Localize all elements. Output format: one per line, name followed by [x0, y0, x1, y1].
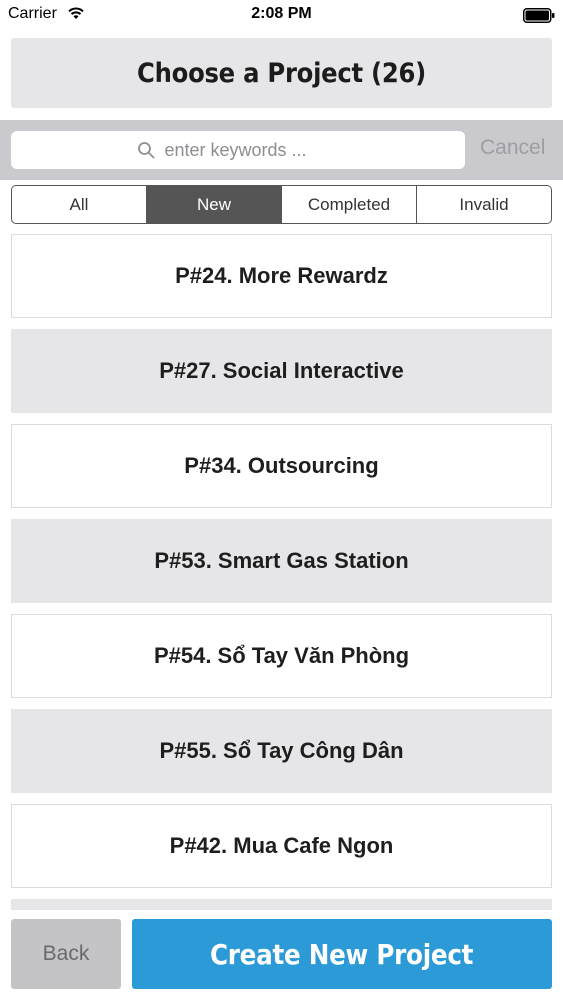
status-bar: Carrier 2:08 PM — [0, 0, 563, 30]
battery-icon — [523, 8, 555, 23]
create-new-project-label: Create New Project — [210, 937, 474, 971]
tab-new[interactable]: New — [147, 186, 282, 223]
search-field[interactable] — [11, 131, 465, 169]
search-icon — [137, 142, 154, 159]
project-list[interactable]: P#24. More Rewardz P#27. Social Interact… — [11, 234, 552, 910]
project-row[interactable]: P#53. Smart Gas Station — [11, 519, 552, 603]
project-row[interactable]: P#42. Mua Cafe Ngon — [11, 804, 552, 888]
filter-segmented-control: All New Completed Invalid — [11, 185, 552, 224]
search-input[interactable] — [164, 139, 340, 161]
cancel-button[interactable]: Cancel — [480, 136, 545, 160]
project-row[interactable]: P#27. Social Interactive — [11, 329, 552, 413]
tab-completed[interactable]: Completed — [282, 186, 417, 223]
tab-all[interactable]: All — [12, 186, 147, 223]
status-time: 2:08 PM — [251, 5, 312, 22]
page-header: Choose a Project (26) — [11, 38, 552, 108]
page-title: Choose a Project (26) — [137, 57, 426, 89]
project-row[interactable]: P#34. Outsourcing — [11, 424, 552, 508]
project-row-partial[interactable] — [11, 899, 552, 910]
back-button[interactable]: Back — [11, 919, 121, 989]
project-row[interactable]: P#24. More Rewardz — [11, 234, 552, 318]
search-bar: Cancel — [0, 120, 563, 180]
project-row[interactable]: P#55. Sổ Tay Công Dân — [11, 709, 552, 793]
create-new-project-button[interactable]: Create New Project — [132, 919, 552, 989]
tab-invalid[interactable]: Invalid — [417, 186, 551, 223]
project-row[interactable]: P#54. Sổ Tay Văn Phòng — [11, 614, 552, 698]
